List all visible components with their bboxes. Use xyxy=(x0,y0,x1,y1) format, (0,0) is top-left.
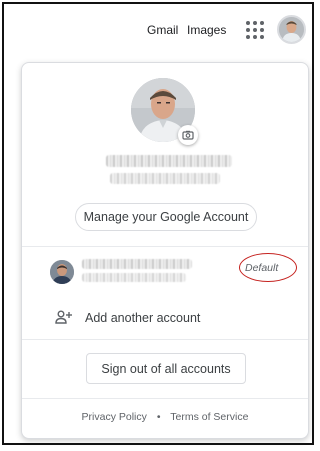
account-menu-card: Manage your Google Account Default Add a… xyxy=(21,62,309,439)
manage-account-button[interactable]: Manage your Google Account xyxy=(75,203,257,231)
secondary-account-email-redacted xyxy=(82,273,186,282)
change-photo-button[interactable] xyxy=(178,125,198,145)
images-link[interactable]: Images xyxy=(187,23,226,37)
screenshot-frame: Gmail Images Manage your Google Account … xyxy=(2,2,314,445)
secondary-account-name-redacted xyxy=(82,259,192,269)
account-email-redacted xyxy=(110,173,220,184)
divider xyxy=(22,398,308,399)
add-account-button[interactable]: Add another account xyxy=(22,301,308,335)
footer-links: Privacy Policy • Terms of Service xyxy=(22,411,308,423)
person-add-icon xyxy=(55,310,72,324)
divider xyxy=(22,339,308,340)
apps-grid-icon[interactable] xyxy=(246,21,264,39)
divider xyxy=(22,246,308,247)
account-avatar-button[interactable] xyxy=(277,15,306,44)
add-account-label: Add another account xyxy=(85,311,201,325)
sign-out-all-button[interactable]: Sign out of all accounts xyxy=(86,353,246,384)
camera-icon xyxy=(182,130,194,140)
terms-of-service-link[interactable]: Terms of Service xyxy=(170,411,248,423)
footer-separator: • xyxy=(156,411,161,423)
top-bar: Gmail Images xyxy=(4,4,312,56)
secondary-account-avatar xyxy=(50,260,74,284)
privacy-policy-link[interactable]: Privacy Policy xyxy=(82,411,147,423)
gmail-link[interactable]: Gmail xyxy=(147,23,178,37)
annotation-circle xyxy=(239,253,297,282)
account-name-redacted xyxy=(106,155,232,167)
avatar-photo xyxy=(279,17,304,42)
